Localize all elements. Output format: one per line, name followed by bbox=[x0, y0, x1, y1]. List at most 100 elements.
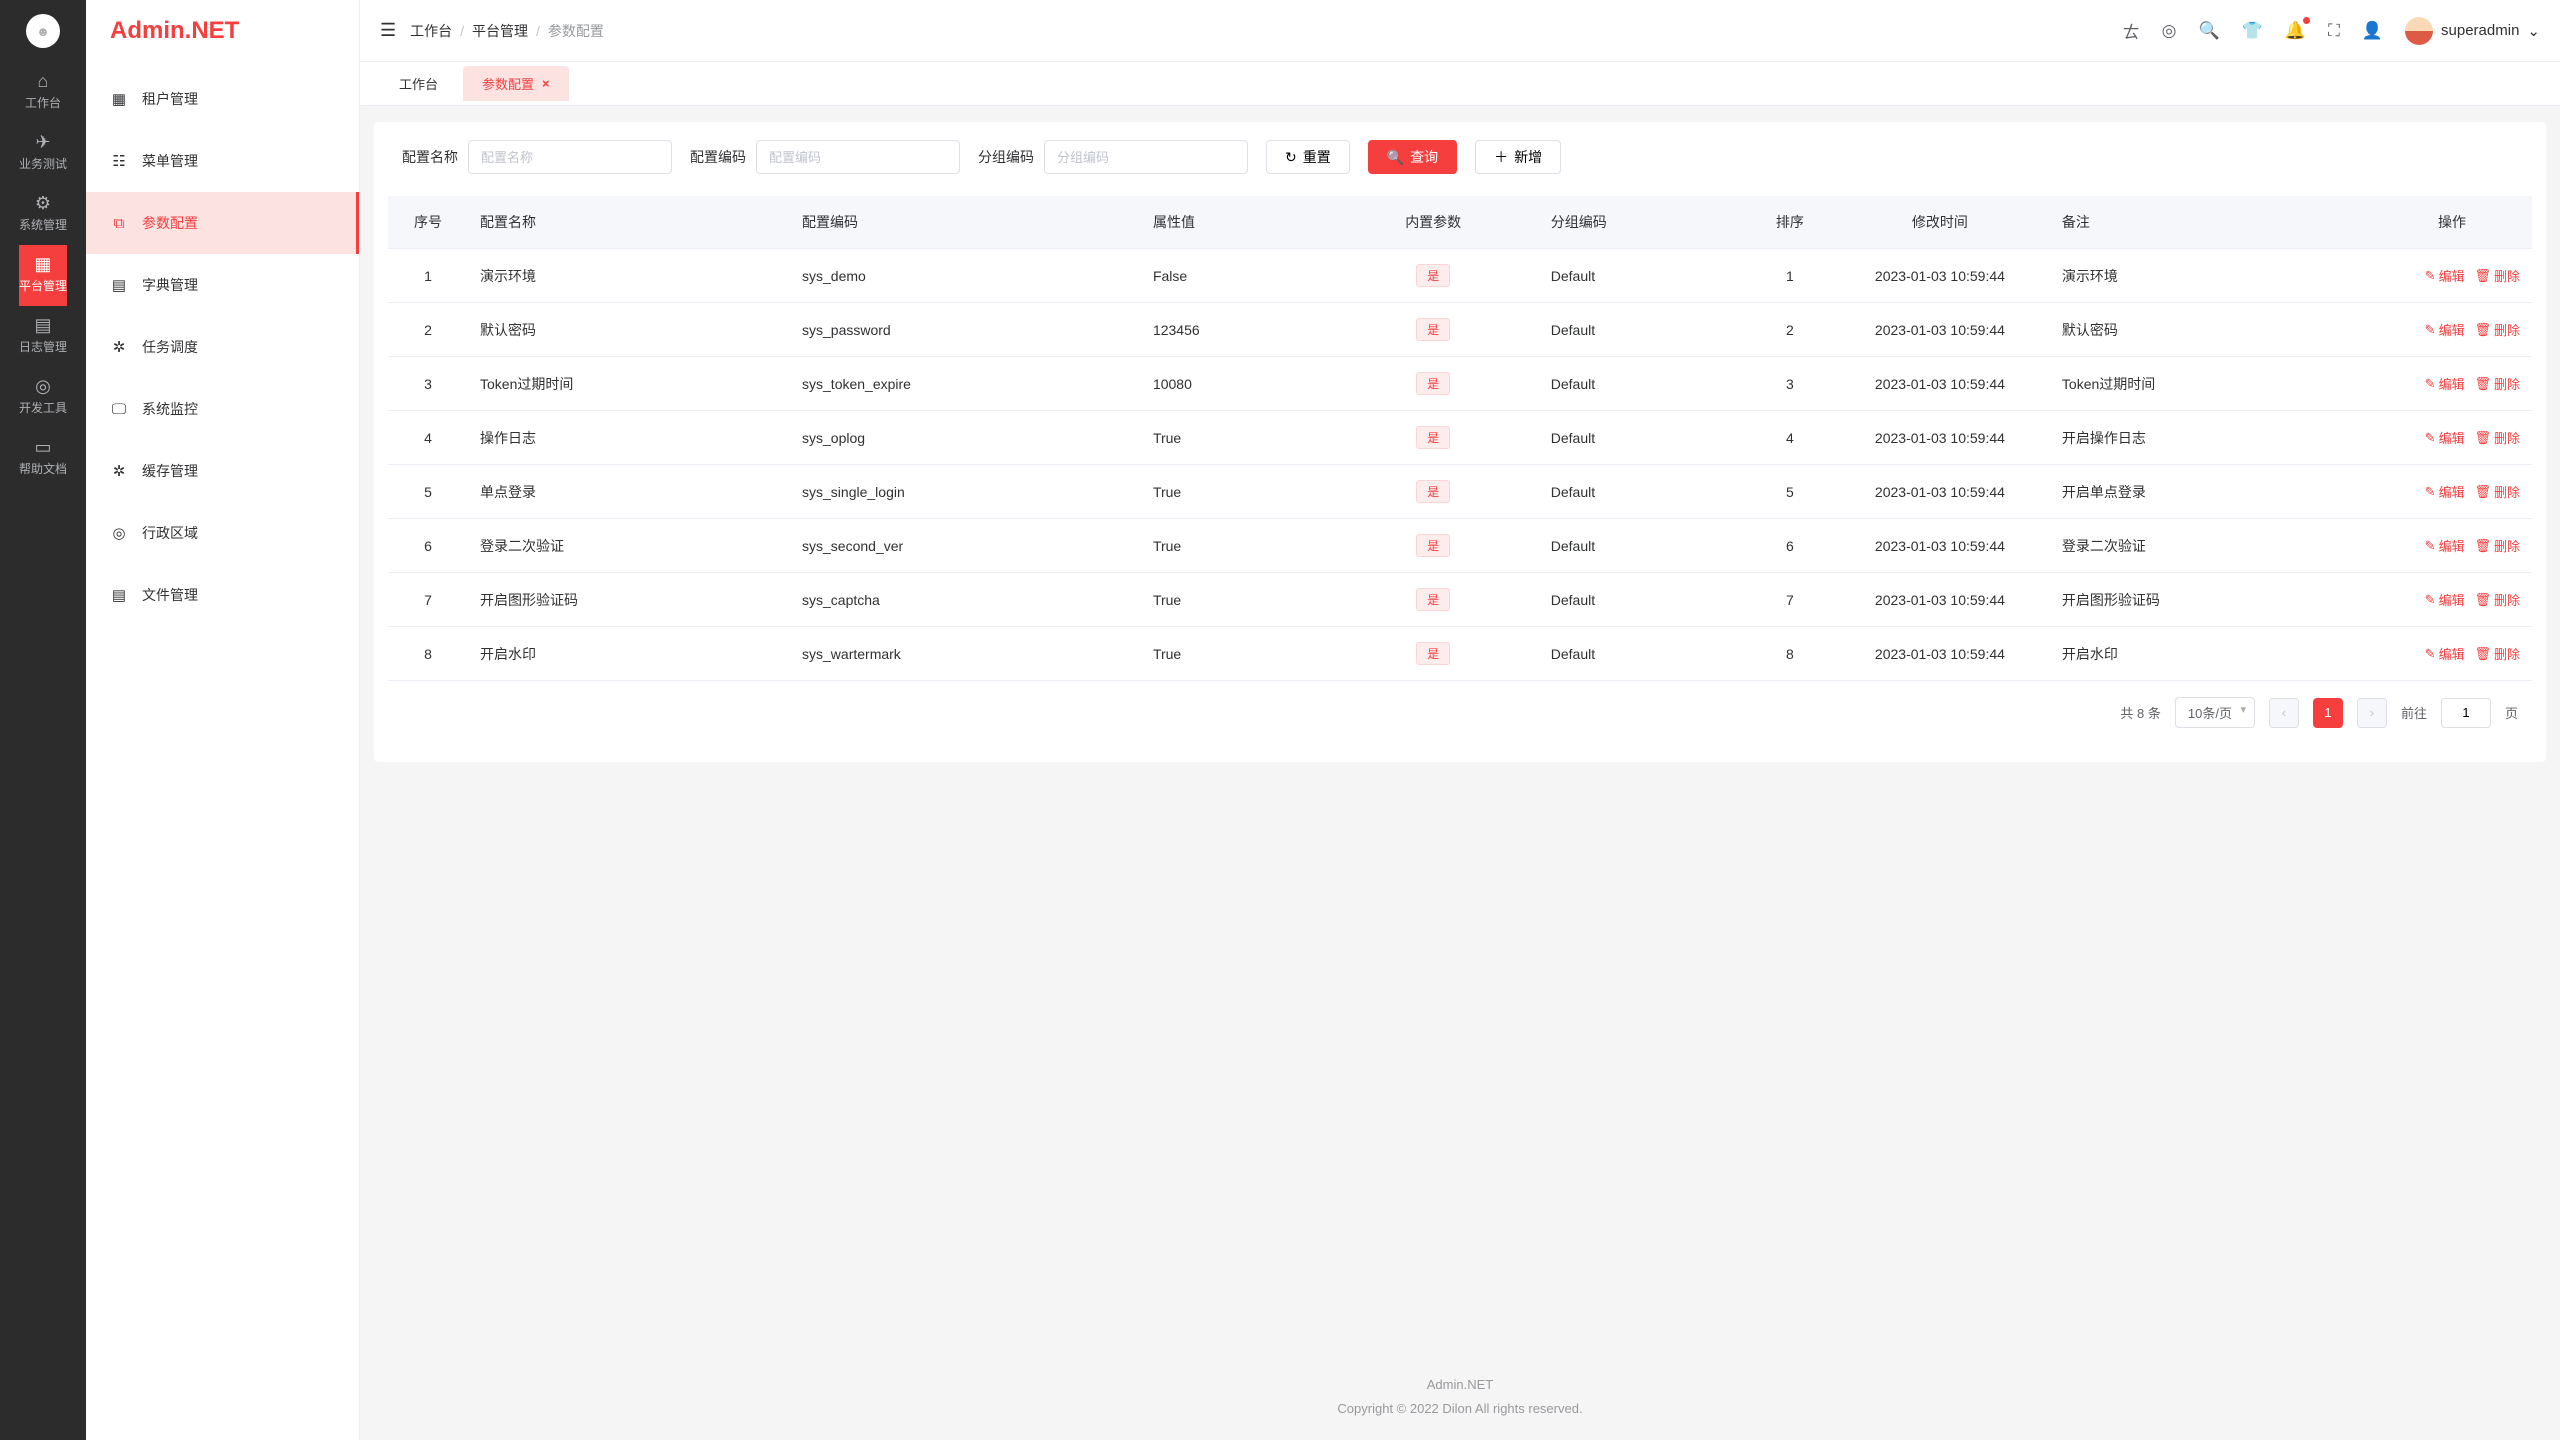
primary-nav-item[interactable]: ▭帮助文档 bbox=[19, 428, 67, 489]
delete-link[interactable]: 🗑删除 bbox=[2474, 428, 2520, 447]
tab-item[interactable]: 参数配置× bbox=[463, 66, 569, 101]
fullscreen-icon[interactable]: ⛶ bbox=[2328, 21, 2340, 41]
delete-link[interactable]: 🗑删除 bbox=[2474, 644, 2520, 663]
add-button[interactable]: ＋新增 bbox=[1475, 140, 1561, 174]
delete-link[interactable]: 🗑删除 bbox=[2474, 590, 2520, 609]
cell-order: 4 bbox=[1750, 411, 1830, 465]
cell-group: Default bbox=[1539, 303, 1750, 357]
table-header-cell: 修改时间 bbox=[1830, 196, 2050, 249]
delete-link[interactable]: 🗑删除 bbox=[2474, 374, 2520, 393]
cell-code: sys_demo bbox=[790, 249, 1141, 303]
main-content: 配置名称 配置编码 分组编码 ↻重置 🔍查询 ＋新增 序号配置名称配置编码属性值… bbox=[360, 106, 2560, 1440]
reset-button[interactable]: ↻重置 bbox=[1266, 140, 1350, 174]
cell-code: sys_wartermark bbox=[790, 627, 1141, 681]
side-menu-item[interactable]: ✲缓存管理 bbox=[86, 440, 359, 502]
search-form: 配置名称 配置编码 分组编码 ↻重置 🔍查询 ＋新增 bbox=[388, 138, 2532, 178]
target-icon[interactable]: ◎ bbox=[2162, 21, 2177, 41]
cell-remark: 开启单点登录 bbox=[2050, 465, 2372, 519]
menu-icon: 🖵 bbox=[110, 401, 128, 418]
menu-label: 字典管理 bbox=[142, 275, 198, 295]
goto-page-input[interactable] bbox=[2441, 698, 2491, 728]
search-icon[interactable]: 🔍 bbox=[2198, 21, 2219, 41]
total-count: 共 8 条 bbox=[2120, 703, 2160, 722]
brand-left: Admin bbox=[110, 17, 185, 45]
edit-link[interactable]: ✎编辑 bbox=[2425, 644, 2465, 663]
edit-link[interactable]: ✎编辑 bbox=[2425, 590, 2465, 609]
search-icon: 🔍 bbox=[1387, 149, 1404, 166]
edit-link[interactable]: ✎编辑 bbox=[2425, 482, 2465, 501]
label-group-code: 分组编码 bbox=[978, 147, 1034, 167]
sidebar-toggle-icon[interactable]: ☰ bbox=[380, 20, 396, 41]
primary-nav-item[interactable]: ⌂工作台 bbox=[19, 62, 67, 123]
close-icon[interactable]: × bbox=[542, 76, 550, 91]
shirt-icon[interactable]: 👕 bbox=[2242, 21, 2263, 41]
cell-index: 1 bbox=[388, 249, 468, 303]
side-menu-item[interactable]: ◎行政区域 bbox=[86, 502, 359, 564]
table-header-cell: 序号 bbox=[388, 196, 468, 249]
cell-value: True bbox=[1141, 465, 1328, 519]
nav-label: 业务测试 bbox=[19, 155, 67, 172]
cell-time: 2023-01-03 10:59:44 bbox=[1830, 465, 2050, 519]
input-group-code[interactable] bbox=[1044, 140, 1248, 174]
page-number-button[interactable]: 1 bbox=[2313, 698, 2343, 728]
user-menu[interactable]: superadmin ⌄ bbox=[2405, 17, 2540, 45]
cell-remark: 默认密码 bbox=[2050, 303, 2372, 357]
side-menu-item[interactable]: ▦租户管理 bbox=[86, 68, 359, 130]
query-label: 查询 bbox=[1410, 147, 1438, 167]
side-menu-item[interactable]: ⧉参数配置 bbox=[86, 192, 359, 254]
input-config-name[interactable] bbox=[468, 140, 672, 174]
tab-bar: 工作台参数配置× bbox=[360, 62, 2560, 106]
side-menu-item[interactable]: ▤文件管理 bbox=[86, 564, 359, 626]
edit-icon: ✎ bbox=[2425, 592, 2436, 608]
delete-link[interactable]: 🗑删除 bbox=[2474, 482, 2520, 501]
cell-builtin: 是 bbox=[1328, 249, 1539, 303]
translate-icon[interactable]: ㄊ bbox=[2123, 18, 2140, 43]
breadcrumb-item[interactable]: 工作台 bbox=[410, 21, 452, 41]
cell-builtin: 是 bbox=[1328, 357, 1539, 411]
input-config-code[interactable] bbox=[756, 140, 960, 174]
pagination: 共 8 条 10条/页 ‹ 1 › 前往 页 bbox=[388, 681, 2532, 732]
edit-link[interactable]: ✎编辑 bbox=[2425, 536, 2465, 555]
side-menu-item[interactable]: ▤字典管理 bbox=[86, 254, 359, 316]
cell-name: 默认密码 bbox=[468, 303, 790, 357]
menu-icon: ◎ bbox=[110, 524, 128, 542]
cell-code: sys_password bbox=[790, 303, 1141, 357]
delete-link[interactable]: 🗑删除 bbox=[2474, 266, 2520, 285]
cell-code: sys_captcha bbox=[790, 573, 1141, 627]
cell-remark: 演示环境 bbox=[2050, 249, 2372, 303]
nav-label: 帮助文档 bbox=[19, 460, 67, 477]
delete-link[interactable]: 🗑删除 bbox=[2474, 536, 2520, 555]
breadcrumb-item[interactable]: 平台管理 bbox=[472, 21, 528, 41]
query-button[interactable]: 🔍 查询 bbox=[1368, 140, 1457, 174]
bell-icon[interactable]: 🔔 bbox=[2285, 21, 2306, 41]
side-menu-item[interactable]: ☷菜单管理 bbox=[86, 130, 359, 192]
trash-icon: 🗑 bbox=[2474, 538, 2491, 554]
edit-link[interactable]: ✎编辑 bbox=[2425, 320, 2465, 339]
primary-nav-item[interactable]: ✈业务测试 bbox=[19, 123, 67, 184]
side-menu-item[interactable]: ✲任务调度 bbox=[86, 316, 359, 378]
username: superadmin bbox=[2441, 22, 2519, 39]
cell-code: sys_second_ver bbox=[790, 519, 1141, 573]
table-row: 2 默认密码 sys_password 123456 是 Default 2 2… bbox=[388, 303, 2532, 357]
delete-link[interactable]: 🗑删除 bbox=[2474, 320, 2520, 339]
edit-link[interactable]: ✎编辑 bbox=[2425, 266, 2465, 285]
tab-item[interactable]: 工作台 bbox=[380, 66, 457, 101]
next-page-button[interactable]: › bbox=[2357, 698, 2387, 728]
trash-icon: 🗑 bbox=[2474, 646, 2491, 662]
prev-page-button[interactable]: ‹ bbox=[2269, 698, 2299, 728]
primary-nav-item[interactable]: ◎开发工具 bbox=[19, 367, 67, 428]
edit-link[interactable]: ✎编辑 bbox=[2425, 374, 2465, 393]
side-menu-item[interactable]: 🖵系统监控 bbox=[86, 378, 359, 440]
cell-time: 2023-01-03 10:59:44 bbox=[1830, 627, 2050, 681]
edit-link[interactable]: ✎编辑 bbox=[2425, 428, 2465, 447]
user-icon[interactable]: 👤 bbox=[2362, 21, 2383, 41]
cell-group: Default bbox=[1539, 411, 1750, 465]
primary-nav-item[interactable]: ▦平台管理 bbox=[19, 245, 67, 306]
page-size-select[interactable]: 10条/页 bbox=[2175, 697, 2255, 728]
table-header-cell: 分组编码 bbox=[1539, 196, 1750, 249]
table-row: 6 登录二次验证 sys_second_ver True 是 Default 6… bbox=[388, 519, 2532, 573]
primary-nav-item[interactable]: ▤日志管理 bbox=[19, 306, 67, 367]
primary-nav-item[interactable]: ⚙系统管理 bbox=[19, 184, 67, 245]
header-actions: ㄊ ◎ 🔍 👕 🔔 ⛶ 👤 superadmin ⌄ bbox=[2123, 17, 2540, 45]
cell-index: 8 bbox=[388, 627, 468, 681]
